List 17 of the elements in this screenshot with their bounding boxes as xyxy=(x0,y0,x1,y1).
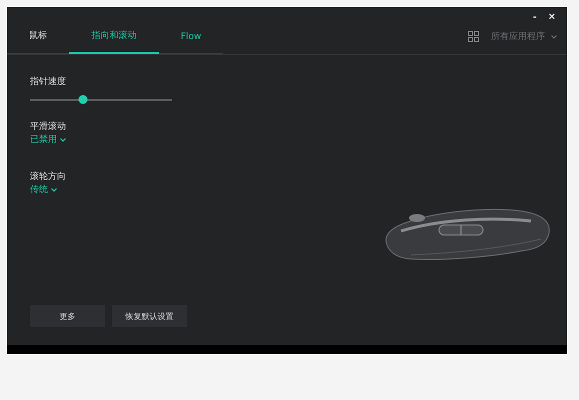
setting-dropdown[interactable]: 已禁用 xyxy=(30,133,66,146)
setting-label: 指针速度 xyxy=(30,76,67,88)
chevron-icon xyxy=(60,138,66,142)
setting-dropdown[interactable]: 传统 xyxy=(30,183,57,196)
setting-label: 平滑滚动 xyxy=(30,120,66,133)
tab[interactable]: 鼠标 xyxy=(7,29,69,54)
tab[interactable]: 指向和滚动 xyxy=(69,29,159,54)
chevron-icon xyxy=(51,188,57,192)
close-button[interactable]: × xyxy=(546,10,557,24)
more-button[interactable]: 更多 xyxy=(30,305,105,327)
minimize-button[interactable]: - xyxy=(530,10,539,24)
grid-icon xyxy=(468,31,479,42)
restore-defaults-button[interactable]: 恢复默认设置 xyxy=(112,305,187,327)
slider-thumb[interactable] xyxy=(78,95,88,104)
tab[interactable]: Flow xyxy=(159,32,223,54)
chevron-icon xyxy=(551,34,557,38)
setting-label: 滚轮方向 xyxy=(30,170,66,183)
